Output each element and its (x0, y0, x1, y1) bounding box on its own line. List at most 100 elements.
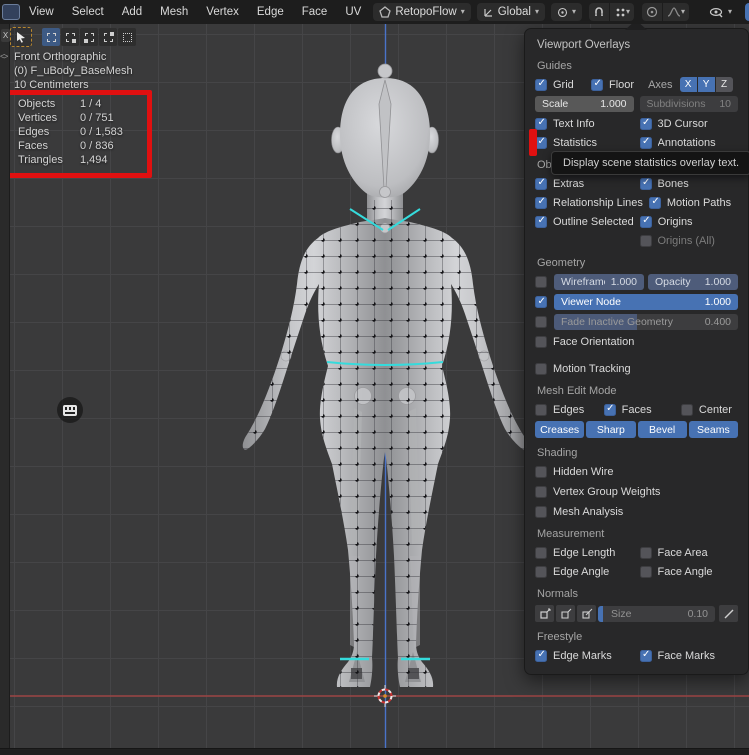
checkbox-label: Face Orientation (553, 336, 634, 348)
checkbox-relationship-lines[interactable]: Relationship Lines (535, 195, 643, 210)
expand-arrows-icon[interactable]: <> (0, 52, 7, 61)
checkbox-wireframe[interactable] (535, 276, 547, 288)
opacity-slider[interactable]: Opacity 1.000 (648, 274, 738, 290)
slider-label: Viewer Node (561, 296, 621, 308)
checkbox-face-area[interactable]: Face Area (640, 545, 739, 560)
checkbox-extras[interactable]: Extras (535, 176, 634, 191)
section-shading: Shading (537, 447, 738, 459)
seams-toggle-button[interactable]: Seams (689, 421, 738, 438)
section-freestyle: Freestyle (537, 631, 738, 643)
checkbox-viewer-node[interactable] (535, 296, 547, 308)
checkbox-face-orientation[interactable]: Face Orientation (535, 334, 738, 349)
tooltip: Display scene statistics overlay text. (551, 151, 749, 175)
constant-screen-size-button[interactable] (719, 605, 738, 622)
checkbox-fade-inactive[interactable] (535, 316, 547, 328)
stat-label: Vertices (18, 112, 70, 124)
left-region-divider[interactable]: X <> (0, 0, 10, 755)
face-normals-button[interactable] (577, 605, 596, 622)
blender-window: View Select Add Mesh Vertex Edge Face UV… (0, 0, 749, 755)
visibility-dropdown[interactable]: ▾ (703, 3, 738, 21)
close-button[interactable]: X (1, 29, 10, 42)
editor-type-icon[interactable] (2, 4, 20, 20)
select-mode-intersect-button[interactable] (118, 28, 136, 46)
checkbox-edge-angle[interactable]: Edge Angle (535, 564, 634, 579)
slider-label: Fade Inactive Geometry (561, 316, 673, 328)
tweak-tool-button[interactable] (10, 27, 32, 47)
checkbox-motion-paths[interactable]: Motion Paths (649, 195, 738, 210)
normals-size-slider[interactable]: Size 0.10 (598, 606, 715, 622)
select-mode-invert-button[interactable] (99, 28, 117, 46)
snap-target-dropdown[interactable]: ▾ (610, 3, 634, 21)
menu-face[interactable]: Face (293, 0, 337, 24)
checkbox-edge-length[interactable]: Edge Length (535, 545, 634, 560)
snap-toggle-button[interactable] (589, 3, 609, 21)
checkbox-icon (535, 566, 547, 578)
checkbox-icon (535, 486, 547, 498)
checkbox-grid[interactable]: Grid (535, 77, 591, 92)
checkbox-label: Origins (658, 216, 693, 228)
menu-vertex[interactable]: Vertex (197, 0, 248, 24)
select-mode-extend-button[interactable] (61, 28, 79, 46)
proportional-falloff-dropdown[interactable]: ▾ (663, 3, 689, 21)
cursor-arrow-icon (16, 31, 26, 43)
menu-edge[interactable]: Edge (248, 0, 293, 24)
checkbox-origins-all[interactable]: Origins (All) (640, 233, 739, 248)
fade-inactive-slider[interactable]: Fade Inactive Geometry 0.400 (554, 314, 738, 330)
viewport-header: View Select Add Mesh Vertex Edge Face UV… (0, 0, 749, 24)
checkbox-annotations[interactable]: Annotations (640, 135, 739, 150)
checkbox-label: Outline Selected (553, 216, 634, 228)
menu-add[interactable]: Add (113, 0, 151, 24)
stat-value: 0 / 1,583 (80, 126, 123, 138)
checkbox-center[interactable]: Center (681, 402, 738, 417)
checkbox-icon (535, 118, 547, 130)
checkbox-vertex-group-weights[interactable]: Vertex Group Weights (535, 484, 738, 499)
axis-x-toggle[interactable]: X (680, 77, 697, 92)
checkbox-icon (535, 178, 547, 190)
grid-scale-slider[interactable]: Scale 1.000 (535, 96, 634, 112)
checkbox-floor[interactable]: Floor (591, 77, 634, 92)
wireframe-slider[interactable]: Wireframe 1.000 (554, 274, 644, 290)
checkbox-mesh-analysis[interactable]: Mesh Analysis (535, 504, 738, 519)
slider-label: Size (611, 608, 631, 620)
checkbox-faces[interactable]: Faces (604, 402, 678, 417)
tool-settings-row (10, 26, 137, 48)
menu-view[interactable]: View (20, 0, 63, 24)
checkbox-hidden-wire[interactable]: Hidden Wire (535, 464, 738, 479)
checkbox-bones[interactable]: Bones (640, 176, 739, 191)
checkbox-face-angle[interactable]: Face Angle (640, 564, 739, 579)
vertex-normals-button[interactable] (535, 605, 554, 622)
viewer-node-slider[interactable]: Viewer Node 1.000 (554, 294, 738, 310)
checkbox-3d-cursor[interactable]: 3D Cursor (640, 116, 739, 131)
checkbox-edge-marks[interactable]: Edge Marks (535, 648, 634, 663)
menu-uv[interactable]: UV (336, 0, 370, 24)
checkbox-label: Text Info (553, 118, 595, 130)
select-mode-set-button[interactable] (42, 28, 60, 46)
checkbox-icon (535, 79, 547, 91)
menu-mesh[interactable]: Mesh (151, 0, 197, 24)
checkbox-origins[interactable]: Origins (640, 214, 738, 229)
creases-toggle-button[interactable]: Creases (535, 421, 584, 438)
checkbox-statistics[interactable]: Statistics (535, 135, 634, 150)
diagonal-line-icon (723, 608, 735, 620)
grid-subdivisions-slider[interactable]: Subdivisions 10 (640, 96, 739, 112)
checkbox-label: Extras (553, 178, 584, 190)
checkbox-edges[interactable]: Edges (535, 402, 601, 417)
menu-select[interactable]: Select (63, 0, 113, 24)
chevron-down-icon: ▾ (572, 8, 576, 16)
checkbox-face-marks[interactable]: Face Marks (640, 648, 739, 663)
axis-y-toggle[interactable]: Y (698, 77, 715, 92)
pivot-point-dropdown[interactable]: ▾ (551, 3, 582, 21)
checkbox-motion-tracking[interactable]: Motion Tracking (535, 361, 738, 376)
checkbox-icon (535, 363, 547, 375)
transform-orientation-select[interactable]: Global ▾ (477, 3, 545, 21)
select-mode-subtract-button[interactable] (80, 28, 98, 46)
retopoflow-menu-button[interactable]: RetopoFlow ▾ (373, 3, 470, 21)
sharp-toggle-button[interactable]: Sharp (586, 421, 635, 438)
axis-z-toggle[interactable]: Z (716, 77, 733, 92)
checkbox-outline-selected[interactable]: Outline Selected (535, 214, 634, 229)
bevel-toggle-button[interactable]: Bevel (638, 421, 687, 438)
split-normals-button[interactable] (556, 605, 575, 622)
checkbox-text-info[interactable]: Text Info (535, 116, 634, 131)
proportional-editing-toggle[interactable] (642, 3, 662, 21)
show-gizmo-toggle[interactable] (745, 3, 749, 21)
